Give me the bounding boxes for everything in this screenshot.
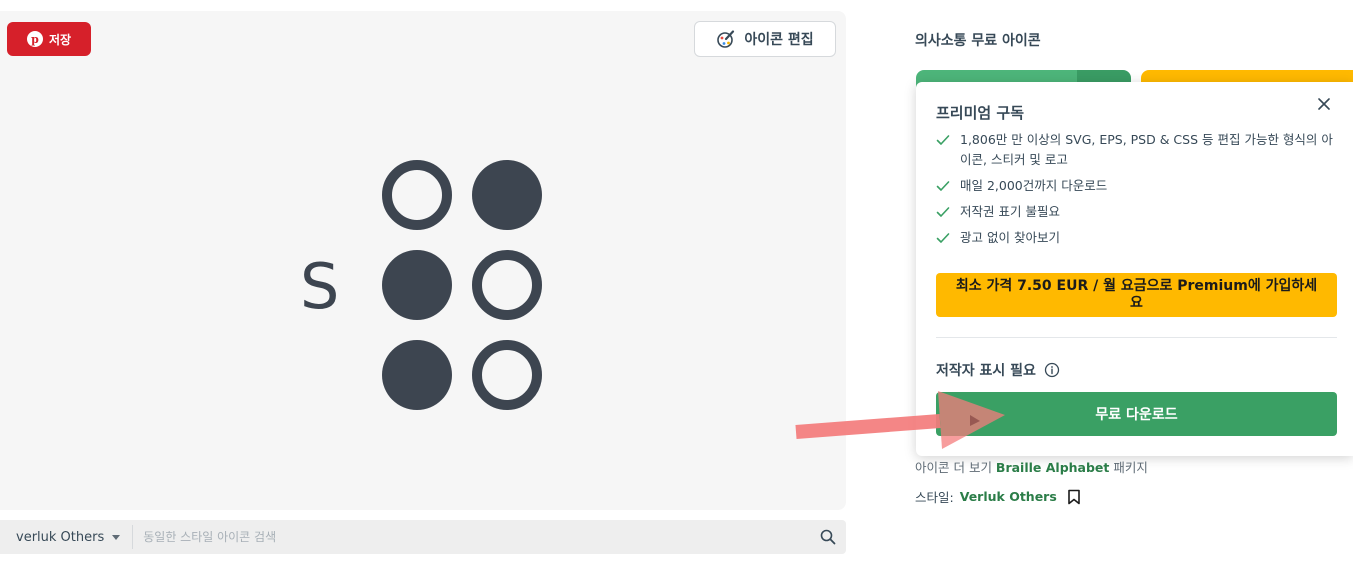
save-label: 저장 <box>48 32 72 47</box>
pack-link[interactable]: Braille Alphabet <box>996 460 1109 475</box>
attribution-required: 저작자 표시 필요 <box>936 360 1060 380</box>
category-title: 의사소통 무료 아이콘 <box>915 33 1041 49</box>
feature-text: 매일 2,000건까지 다운로드 <box>960 178 1108 193</box>
braille-dot-raised <box>382 340 452 410</box>
search-icon[interactable] <box>810 522 846 552</box>
braille-s-icon: S <box>300 160 542 410</box>
style-search-input[interactable] <box>133 522 810 552</box>
feature-list: 1,806만 만 이상의 SVG, EPS, PSD & CSS 등 편집 가능… <box>936 130 1341 254</box>
style-search-bar: verluk Others <box>0 520 846 554</box>
bookmark-icon[interactable] <box>1067 489 1081 505</box>
free-download-button[interactable]: 무료 다운로드 <box>936 392 1337 436</box>
feature-text: 저작권 표기 불필요 <box>960 204 1060 219</box>
feature-text: 1,806만 만 이상의 SVG, EPS, PSD & CSS 등 편집 가능… <box>960 132 1333 167</box>
check-icon <box>936 135 950 145</box>
close-icon[interactable] <box>1314 94 1334 114</box>
braille-dot-empty <box>472 340 542 410</box>
style-row: 스타일: Verluk Others <box>915 487 1081 506</box>
palette-brush-icon <box>717 30 735 48</box>
caret-down-icon <box>112 534 121 540</box>
check-icon <box>936 181 950 191</box>
style-label: 스타일: <box>915 490 954 505</box>
pinterest-icon: p <box>26 31 43 47</box>
attribution-label: 저작자 표시 필요 <box>936 363 1036 379</box>
feature-item: 저작권 표기 불필요 <box>936 202 1341 222</box>
braille-dot-raised <box>382 250 452 320</box>
braille-dot-empty <box>382 160 452 230</box>
more-icons-line: 아이콘 더 보기 Braille Alphabet 패키지 <box>915 457 1148 476</box>
braille-letter-label: S <box>300 250 339 323</box>
premium-popup: 프리미엄 구독 1,806만 만 이상의 SVG, EPS, PSD & CSS… <box>916 82 1353 456</box>
popup-title: 프리미엄 구독 <box>936 104 1025 122</box>
more-icons-prefix: 아이콘 더 보기 <box>915 460 996 475</box>
feature-text: 광고 없이 찾아보기 <box>960 230 1060 245</box>
braille-dot-raised <box>472 160 542 230</box>
author-dropdown[interactable]: verluk Others <box>0 525 134 549</box>
info-icon[interactable] <box>1044 362 1060 378</box>
feature-item: 매일 2,000건까지 다운로드 <box>936 176 1341 196</box>
braille-dot-empty <box>472 250 542 320</box>
feature-item: 1,806만 만 이상의 SVG, EPS, PSD & CSS 등 편집 가능… <box>936 130 1341 170</box>
edit-label: 아이콘 편집 <box>744 32 814 48</box>
style-link[interactable]: Verluk Others <box>960 489 1057 504</box>
author-dropdown-value: verluk Others <box>16 529 105 545</box>
edit-icon-button[interactable]: 아이콘 편집 <box>694 21 836 57</box>
more-icons-suffix: 패키지 <box>1109 460 1148 475</box>
feature-item: 광고 없이 찾아보기 <box>936 228 1341 248</box>
check-icon <box>936 233 950 243</box>
premium-subscribe-button[interactable]: 최소 가격 7.50 EUR / 월 요금으로 Premium에 가입하세요 <box>936 273 1337 317</box>
pinterest-save-button[interactable]: p 저장 <box>7 22 91 56</box>
check-icon <box>936 207 950 217</box>
divider <box>936 337 1337 338</box>
